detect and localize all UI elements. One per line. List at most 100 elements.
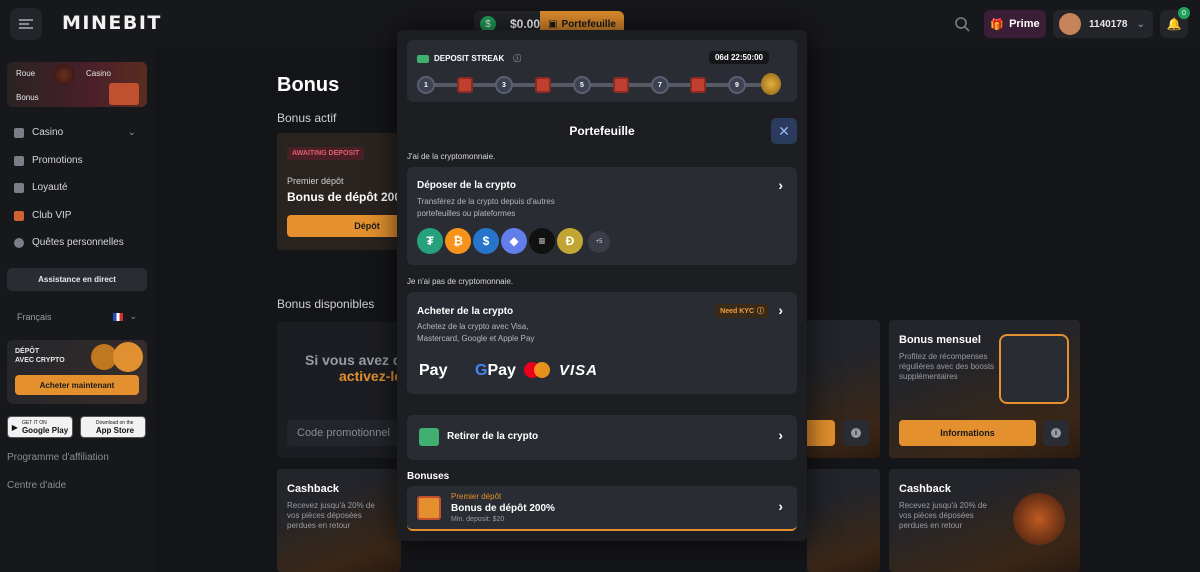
active-bonus-card: AWAITING DEPOSIT Premier dépôt Bonus de … <box>277 133 447 250</box>
google-play-button[interactable]: ▶ GET IT ON Google Play <box>7 416 73 438</box>
cashback-title: Cashback <box>287 483 339 495</box>
balance-amount: $0.00 <box>510 17 541 31</box>
logo[interactable]: MINEBIT <box>62 12 162 34</box>
info-circle-icon[interactable]: ⓘ <box>513 53 521 64</box>
gift-box-icon <box>109 83 139 105</box>
deposit-crypto-desc-2: portefeuilles ou plateformes <box>417 209 516 218</box>
gift-icon <box>690 77 706 93</box>
mastercard-icon <box>534 362 550 378</box>
close-button[interactable]: ✕ <box>771 118 797 144</box>
google-pay-text: Pay <box>487 362 516 379</box>
wallet-label: Portefeuille <box>561 18 616 30</box>
promo-code-section: Si vous avez de activez-le Code promotio… <box>277 322 409 458</box>
chevron-right-icon: › <box>778 498 783 514</box>
status-badge: AWAITING DEPOSIT <box>287 147 365 160</box>
sidebar-item-quests[interactable]: Quêtes personnelles <box>14 237 124 248</box>
streak-step: 3 <box>495 76 513 94</box>
monthly-bonus-desc: Profitez de récompenses régulières avec … <box>899 352 995 381</box>
tile-casino-label[interactable]: Casino <box>86 69 111 78</box>
info-icon-button[interactable]: i <box>1043 420 1069 446</box>
deposit-crypto-option[interactable]: Déposer de la crypto Transférez de la cr… <box>407 167 797 265</box>
buy-crypto-option[interactable]: Acheter de la crypto Need KYC ⓘ › Achete… <box>407 292 797 394</box>
cashback-desc: Recevez jusqu'à 20% de vos pièces déposé… <box>287 501 375 530</box>
google-g-icon: G <box>475 362 488 379</box>
gift-icon <box>457 77 473 93</box>
sidebar-item-loyalty[interactable]: Loyauté <box>14 182 68 193</box>
apple-pay-logo: Pay <box>419 362 447 380</box>
deposit-crypto-desc-1: Transférez de la crypto depuis d'autres <box>417 197 555 206</box>
buy-now-button[interactable]: Acheter maintenant <box>15 375 139 395</box>
gift-icon <box>535 77 551 93</box>
promo-line2: AVEC CRYPTO <box>15 357 65 364</box>
sidebar-item-label: Quêtes personnelles <box>32 237 124 248</box>
bonus-min-deposit: Min. deposit: $20 <box>451 516 505 523</box>
chevron-down-icon: ⌄ <box>129 311 137 321</box>
promo-text-line2: activez-le <box>339 368 403 384</box>
cash-icon <box>417 54 429 63</box>
sidebar-item-promotions[interactable]: Promotions <box>14 155 83 166</box>
sidebar-game-tiles[interactable]: Roue Casino Bonus <box>7 62 147 107</box>
withdraw-crypto-option[interactable]: Retirer de la crypto › <box>407 415 797 460</box>
more-coins-badge: +5 <box>588 231 610 253</box>
sidebar-item-label: Club VIP <box>32 210 72 221</box>
wallet-icon: ▣ <box>548 18 558 30</box>
google-play-label: Google Play <box>21 426 69 435</box>
sidebar-item-vip[interactable]: Club VIP <box>14 210 71 221</box>
app-store-button[interactable]: Download on the App Store <box>80 416 146 438</box>
sidebar-item-label: Promotions <box>32 155 83 166</box>
user-menu[interactable]: 1140178 ⌄ <box>1053 10 1153 38</box>
streak-step: 1 <box>417 76 435 94</box>
google-play-icon: ▶ <box>11 422 18 432</box>
affiliate-link[interactable]: Programme d'affiliation <box>7 452 109 463</box>
google-pay-logo: GPay <box>475 362 516 380</box>
info-circle-icon: ⓘ <box>757 308 764 315</box>
tether-icon: ₮ <box>417 228 443 254</box>
monthly-bonus-title: Bonus mensuel <box>899 334 981 346</box>
promo-text-line1: Si vous avez de <box>305 352 410 368</box>
deposit-crypto-title: Déposer de la crypto <box>417 180 516 191</box>
avatar <box>1059 13 1081 35</box>
streak-progress-line <box>427 83 767 87</box>
tile-bonus-label[interactable]: Bonus <box>16 93 39 102</box>
chevron-down-icon: ⌄ <box>127 127 136 138</box>
info-icon: i <box>851 428 861 438</box>
chevron-down-icon: ⌄ <box>1136 18 1145 30</box>
notifications-button[interactable]: 🔔 0 <box>1160 7 1190 38</box>
no-crypto-label: Je n'ai pas de cryptomonnaie. <box>407 277 514 286</box>
menu-toggle-button[interactable] <box>10 8 42 40</box>
crown-icon <box>14 210 24 221</box>
search-icon[interactable] <box>954 16 970 32</box>
monthly-info-button[interactable]: Informations <box>899 420 1036 446</box>
prime-button[interactable]: 🎁 Prime <box>984 10 1046 38</box>
info-button-partial[interactable] <box>807 420 835 446</box>
notification-badge: 0 <box>1178 7 1190 19</box>
info-icon: i <box>1051 428 1061 438</box>
first-deposit-bonus-option[interactable]: Premier dépôt Bonus de dépôt 200% Min. d… <box>407 486 797 531</box>
info-icon-button[interactable]: i <box>843 420 869 446</box>
bonus-card-partial <box>807 469 880 572</box>
streak-step: 5 <box>573 76 591 94</box>
streak-step: 9 <box>728 76 746 94</box>
menu-icon <box>19 19 33 29</box>
promo-code-input[interactable]: Code promotionnel <box>287 420 401 446</box>
sidebar-item-casino[interactable]: Casino ⌄ <box>14 127 136 138</box>
cash-withdraw-icon <box>419 428 439 446</box>
bonus-title: Bonus de dépôt 200% <box>451 503 555 514</box>
dogecoin-icon: Ð <box>557 228 583 254</box>
sidebar-item-label: Loyauté <box>32 182 68 193</box>
bonus-card-partial: i <box>807 320 880 458</box>
language-selector[interactable]: Français ⌄ <box>17 311 137 322</box>
bitcoin-icon: ₿ <box>445 228 471 254</box>
bonuses-heading: Bonuses <box>407 471 450 482</box>
bonus-card-cashback: Cashback Recevez jusqu'à 20% de vos pièc… <box>277 469 401 572</box>
help-center-link[interactable]: Centre d'aide <box>7 480 66 491</box>
tile-roue-label[interactable]: Roue <box>16 69 35 78</box>
prime-label: Prime <box>1009 18 1040 30</box>
streak-timer: 06d 22:50:00 <box>708 51 769 64</box>
crypto-deposit-promo: DÉPÔT AVEC CRYPTO Acheter maintenant <box>7 340 147 404</box>
streak-step: 7 <box>651 76 669 94</box>
language-label: Français <box>17 311 52 322</box>
live-support-button[interactable]: Assistance en direct <box>7 268 147 291</box>
quest-icon <box>14 237 24 248</box>
bonus-kicker: Premier dépôt <box>451 492 502 501</box>
